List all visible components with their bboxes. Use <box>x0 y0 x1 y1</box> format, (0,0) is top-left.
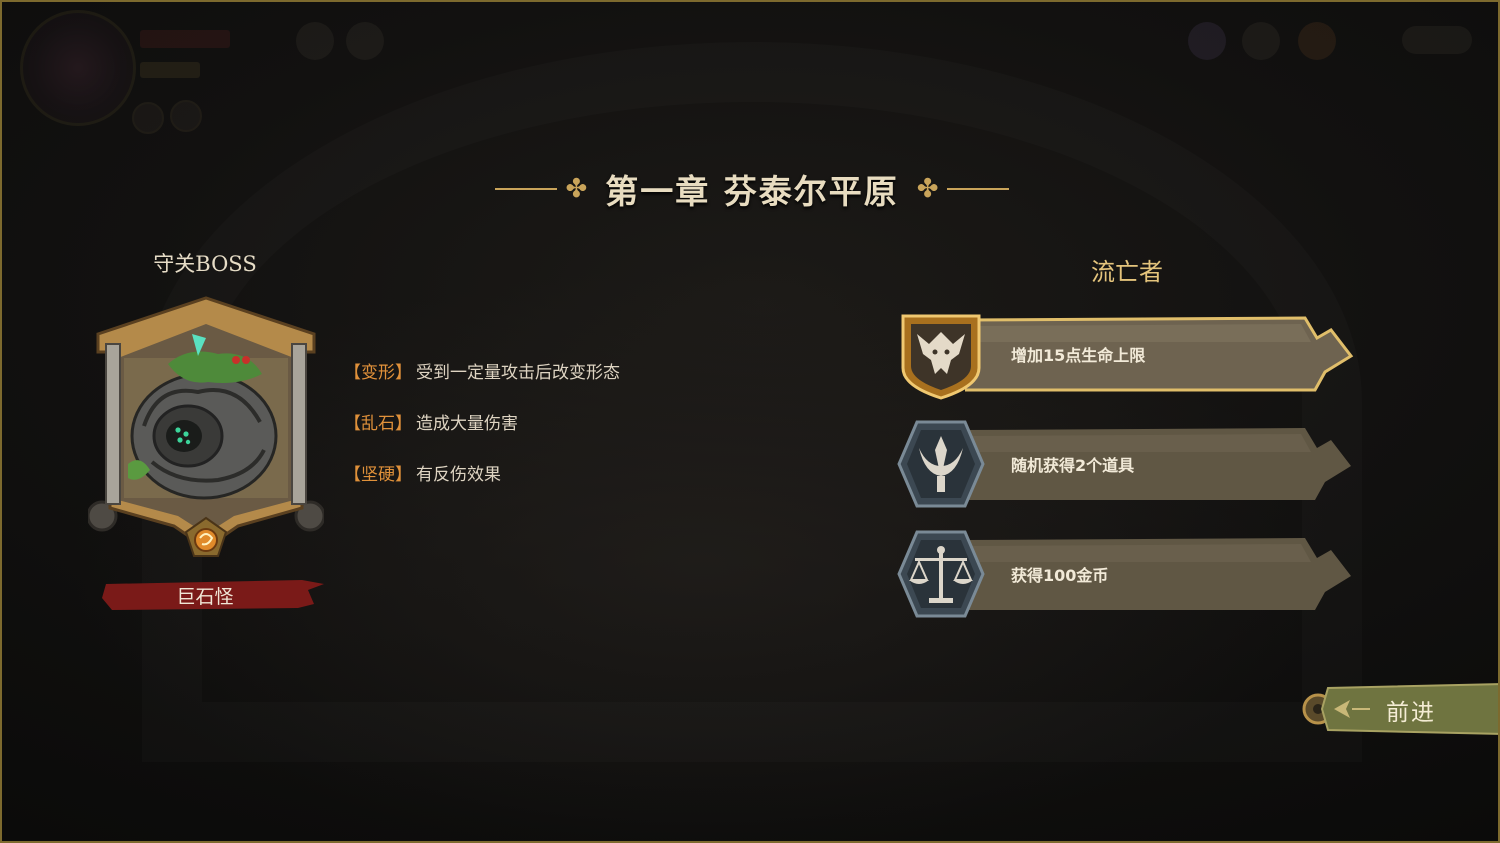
boss-name-banner: 巨石怪 <box>102 578 324 610</box>
ability-description: 有反伤效果 <box>416 465 501 485</box>
game-screen: ✤ 第一章 芬泰尔平原 ✤ 守关BOSS 巨石怪 【变形】 受到一定量攻击后改变… <box>0 0 1500 843</box>
boss-portrait-card[interactable] <box>88 294 324 564</box>
chapter-title: ✤ 第一章 芬泰尔平原 ✤ <box>472 164 1032 214</box>
hud-slot-icon <box>170 100 202 132</box>
reward-option-3[interactable]: 获得100金币 <box>895 528 1357 620</box>
boss-ability-list: 【变形】 受到一定量攻击后改变形态 【乱石】 造成大量伤害 【坚硬】 有反伤效果 <box>344 358 764 511</box>
forward-button[interactable]: 前进 <box>1300 680 1498 738</box>
flourish-right-icon: ✤ <box>916 174 939 204</box>
reward-option-2[interactable]: 随机获得2个道具 <box>895 418 1357 510</box>
ability-item: 【坚硬】 有反伤效果 <box>344 460 764 511</box>
boss-portrait-frame <box>88 296 324 557</box>
hud-gem-icon <box>1188 22 1226 60</box>
ability-description: 受到一定量攻击后改变形态 <box>416 363 620 383</box>
trident-crest-emblem-icon <box>897 420 985 508</box>
flourish-left-icon: ✤ <box>565 174 588 204</box>
health-bar <box>140 30 230 48</box>
reward-label: 随机获得2个道具 <box>1011 456 1135 475</box>
reward-label: 获得100金币 <box>1011 566 1109 585</box>
exile-heading: 流亡者 <box>1091 258 1163 286</box>
ability-tag: 【乱石】 <box>344 414 412 434</box>
hud-slot-icon <box>132 102 164 134</box>
ability-item: 【乱石】 造成大量伤害 <box>344 409 764 460</box>
ability-description: 造成大量伤害 <box>416 414 518 434</box>
forward-button-label: 前进 <box>1386 700 1436 726</box>
title-divider-left <box>495 188 558 190</box>
hud-menu-icon <box>346 22 384 60</box>
player-portrait <box>20 10 136 126</box>
scales-emblem-icon <box>897 530 985 618</box>
hud-menu-icon <box>296 22 334 60</box>
ability-tag: 【变形】 <box>344 363 412 383</box>
horned-beast-emblem-icon <box>901 314 981 400</box>
reward-label: 增加15点生命上限 <box>1011 346 1146 365</box>
boss-name: 巨石怪 <box>176 586 234 608</box>
boss-heading: 守关BOSS <box>153 252 257 276</box>
hud-bag-icon <box>1242 22 1280 60</box>
hud-map-icon <box>1298 22 1336 60</box>
resource-bar <box>140 62 200 78</box>
chapter-title-text: 第一章 芬泰尔平原 <box>605 172 899 211</box>
title-divider-right <box>946 188 1009 190</box>
reward-option-1[interactable]: 增加15点生命上限 <box>895 308 1357 400</box>
ability-item: 【变形】 受到一定量攻击后改变形态 <box>344 358 764 409</box>
ability-tag: 【坚硬】 <box>344 465 412 485</box>
hud-settings-icon <box>1402 26 1472 54</box>
